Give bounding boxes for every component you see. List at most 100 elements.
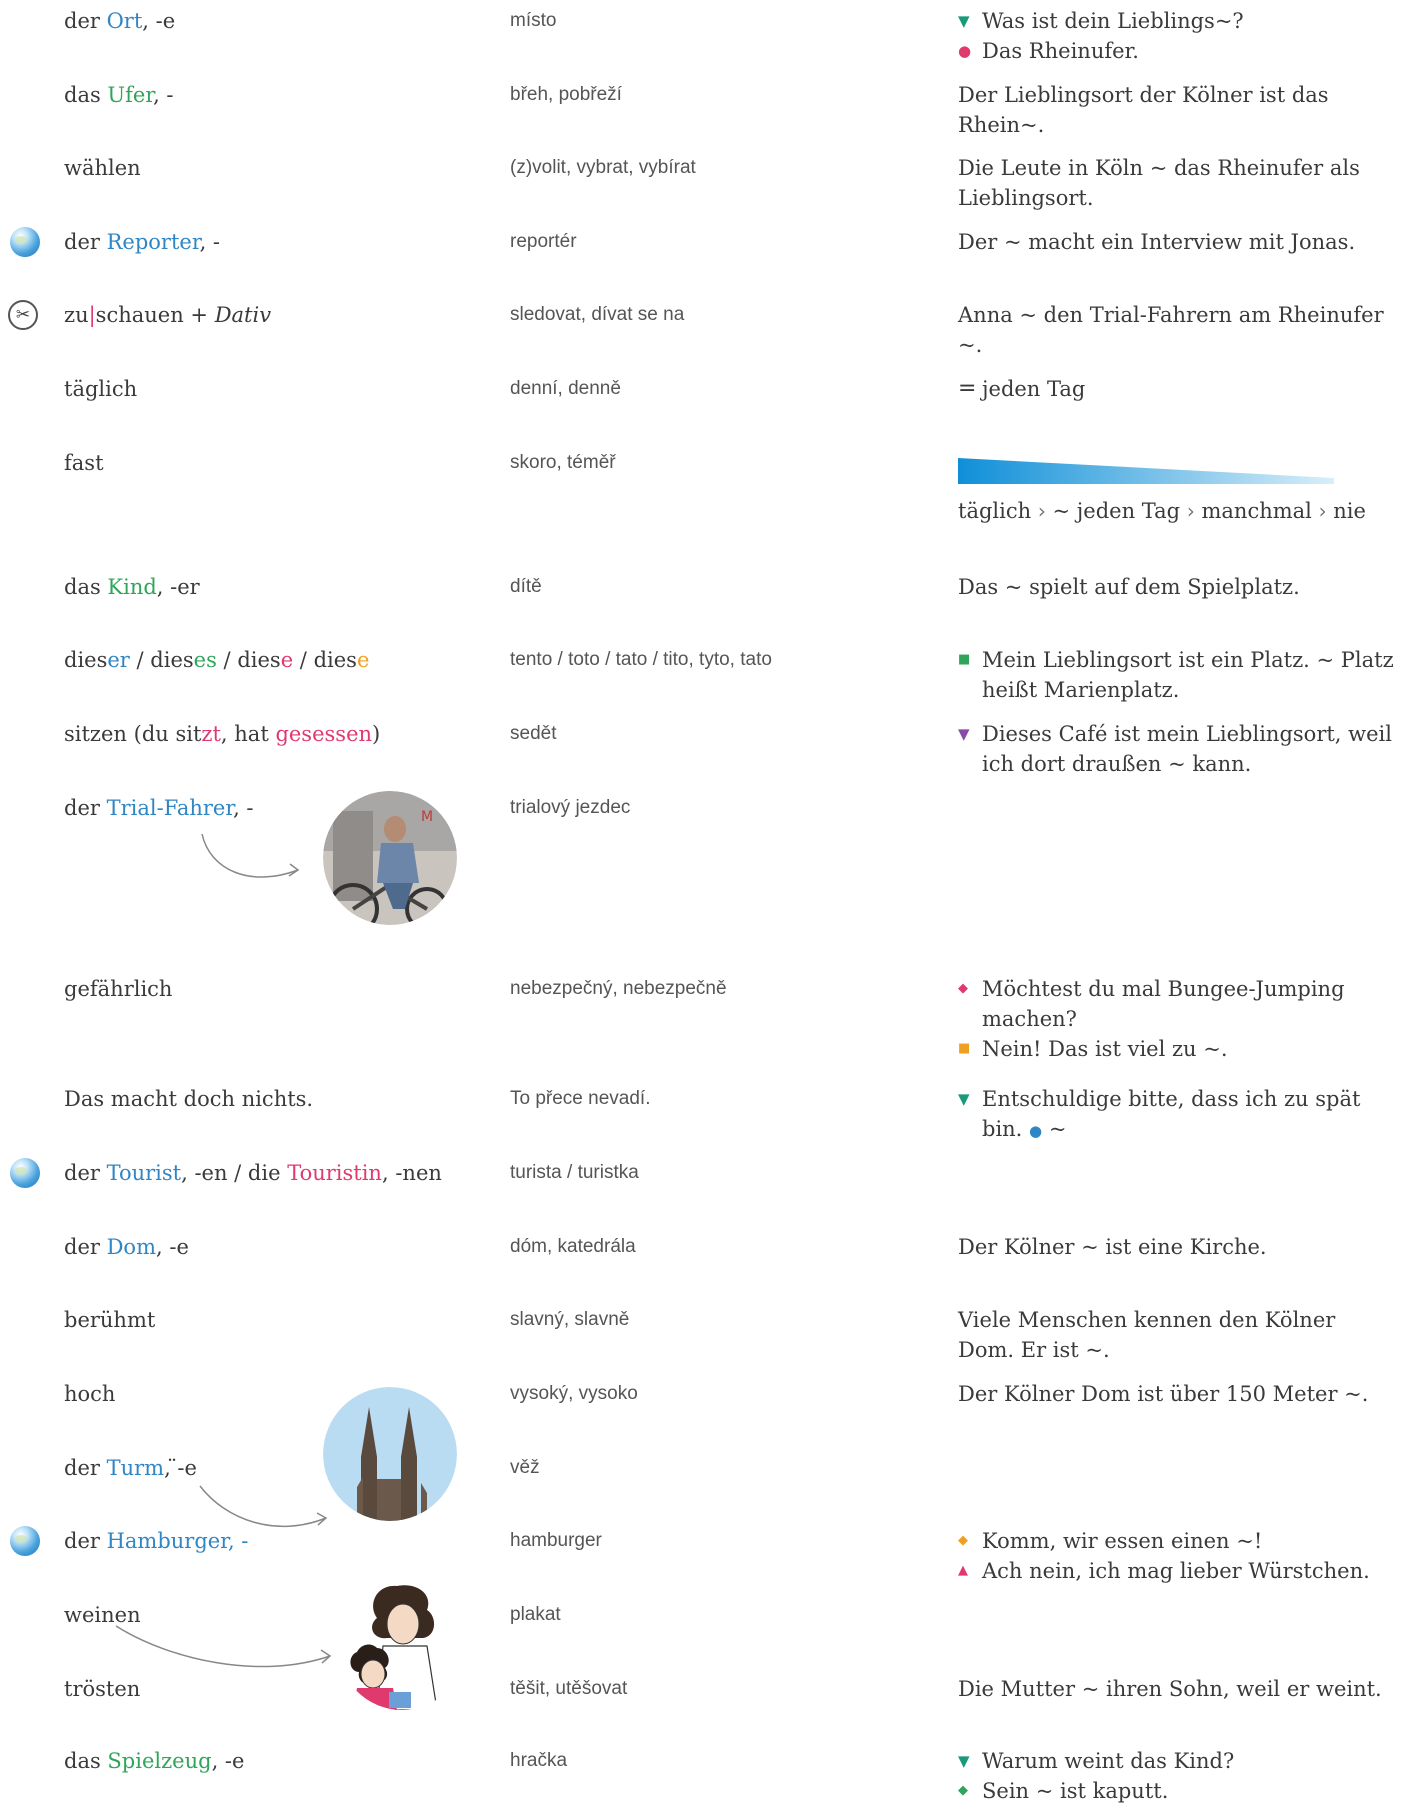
globe-icon: [10, 1158, 40, 1188]
german-term: der Tourist, -en / die Touristin, -nen: [64, 1158, 442, 1188]
czech-translation: sledovat, dívat se na: [510, 304, 685, 325]
example-line: Was ist dein Lieblings~?: [982, 9, 1244, 33]
example-line: Warum weint das Kind?: [982, 1749, 1235, 1773]
example-line: Nein! Das ist viel zu ~.: [982, 1037, 1228, 1061]
scale-separator: ›: [1186, 499, 1195, 523]
czech-translation: těšit, utěšovat: [510, 1678, 628, 1699]
noun: Hamburger, -: [106, 1529, 249, 1553]
scissors-icon: ✂: [8, 300, 38, 330]
german-term: wählen: [64, 156, 141, 180]
czech-translation: trialový jezdec: [510, 797, 631, 818]
slash: /: [216, 648, 238, 672]
example: Die Leute in Köln ~ das Rheinufer als Li…: [958, 153, 1398, 213]
czech-translation: věž: [510, 1457, 540, 1478]
czech-translation: slavný, slavně: [510, 1309, 630, 1330]
cologne-cathedral-photo: [323, 1387, 457, 1521]
german-term: dieser / dieses / diese / diese: [64, 645, 369, 675]
plural-ending: , -e: [156, 1235, 189, 1259]
example: ▼ Was ist dein Lieblings~? ● Das Rheinufer…: [958, 6, 1398, 66]
czech-translation: nebezpečný, nebezpečně: [510, 978, 727, 999]
czech-translation: dítě: [510, 576, 542, 597]
frequency-scale-line: täglich › ~ jeden Tag › manchmal › nie: [958, 496, 1398, 526]
slash: /: [129, 648, 151, 672]
article: das: [64, 575, 108, 599]
article: der: [64, 230, 107, 254]
plural-ending: , -e: [142, 9, 176, 33]
german-term: berühmt: [64, 1308, 156, 1332]
separable-prefix-divider: |: [88, 303, 96, 327]
scale-item: nie: [1333, 499, 1366, 523]
example-line: Die Mutter ~ ihren Sohn, weil er weint.: [958, 1677, 1382, 1701]
example-line: jeden Tag: [982, 377, 1086, 401]
square-marker-icon: ■: [958, 652, 971, 667]
example-line: Anna ~ den Trial-Fahrern am Rheinufer ~.: [958, 303, 1384, 357]
german-term: der Trial-Fahrer, -: [64, 793, 254, 823]
article: der: [64, 1235, 107, 1259]
example: ▼ Warum weint das Kind? ◆ Sein ~ ist kaput…: [958, 1746, 1398, 1806]
czech-translation: plakat: [510, 1604, 561, 1625]
german-term: das Kind, -er: [64, 572, 200, 602]
example: = jeden Tag: [958, 374, 1398, 404]
example-line: Die Leute in Köln ~ das Rheinufer als Li…: [958, 156, 1360, 210]
german-term: zu|schauen + Dativ: [64, 300, 271, 330]
triangle-marker-icon: ▲: [958, 1563, 968, 1578]
plural-ending: , -nen: [381, 1161, 442, 1185]
ending-neuter: es: [193, 648, 217, 672]
czech-translation: sedět: [510, 723, 557, 744]
noun-masculine: Tourist: [106, 1161, 182, 1185]
example: Der Lieblingsort der Kölner ist das Rhei…: [958, 80, 1398, 140]
example-line: Das ~ spielt auf dem Spielplatz.: [958, 575, 1300, 599]
article: das: [64, 83, 108, 107]
example-line: Mein Lieblingsort ist ein Platz. ~ Platz…: [982, 648, 1394, 702]
german-term: das Spielzeug, -e: [64, 1746, 244, 1776]
german-term: der Turm, ̈-e: [64, 1453, 197, 1483]
example-line: Der Kölner ~ ist eine Kirche.: [958, 1235, 1267, 1259]
czech-translation: místo: [510, 10, 557, 31]
ending-masculine: er: [107, 648, 130, 672]
diamond-marker-icon: ◆: [958, 1533, 968, 1548]
frequency-gradient-bar: [958, 458, 1334, 484]
german-term: der Reporter, -: [64, 227, 220, 257]
example: Anna ~ den Trial-Fahrern am Rheinufer ~.: [958, 300, 1398, 360]
example-line: Der Kölner Dom ist über 150 Meter ~.: [958, 1382, 1369, 1406]
diamond-marker-icon: ◆: [958, 1783, 968, 1798]
bracket: ): [372, 722, 381, 746]
plural-ending: , -er: [156, 575, 200, 599]
stem: dies: [150, 648, 194, 672]
noun: Reporter: [106, 230, 200, 254]
plural-ending: , ̈-e: [164, 1456, 197, 1480]
stem: dies: [237, 648, 281, 672]
article: der: [64, 1161, 107, 1185]
dot-marker-icon: ●: [958, 42, 972, 60]
czech-translation: reportér: [510, 231, 577, 252]
globe-icon: [10, 1526, 40, 1556]
german-term: sitzen (du sitzt, hat gesessen): [64, 719, 380, 749]
czech-translation: To přece nevadí.: [510, 1088, 651, 1109]
example: Viele Menschen kennen den Kölner Dom. Er…: [958, 1305, 1398, 1365]
german-term: trösten: [64, 1677, 141, 1701]
scale-item: täglich: [958, 499, 1032, 523]
dot-marker-icon: ●: [1029, 1122, 1043, 1140]
ending-plural: e: [356, 648, 370, 672]
square-marker-icon: ■: [958, 1041, 971, 1056]
participle: gesessen: [275, 722, 373, 746]
czech-translation: denní, denně: [510, 378, 621, 399]
example-line: Der Lieblingsort der Kölner ist das Rhei…: [958, 83, 1329, 137]
noun: Trial-Fahrer: [106, 796, 234, 820]
czech-translation: turista / turistka: [510, 1162, 639, 1183]
diamond-marker-icon: ◆: [958, 981, 968, 996]
plural-ending: , -: [199, 230, 221, 254]
triangle-marker-icon: ▼: [958, 725, 970, 743]
example-line: Ach nein, ich mag lieber Würstchen.: [982, 1559, 1370, 1583]
mother-comforting-child-drawing: [337, 1576, 467, 1710]
trial-rider-photo: M: [323, 791, 457, 925]
german-term: der Hamburger, -: [64, 1526, 248, 1556]
article: der: [64, 1529, 107, 1553]
noun: Dom: [106, 1235, 156, 1259]
auxiliary: , hat: [220, 722, 276, 746]
czech-translation: skoro, téměř: [510, 452, 616, 473]
czech-translation: hračka: [510, 1750, 568, 1771]
curved-arrow-icon: [115, 1625, 332, 1668]
example-line: Möchtest du mal Bungee-Jumping machen?: [982, 977, 1345, 1031]
german-term: gefährlich: [64, 977, 173, 1001]
